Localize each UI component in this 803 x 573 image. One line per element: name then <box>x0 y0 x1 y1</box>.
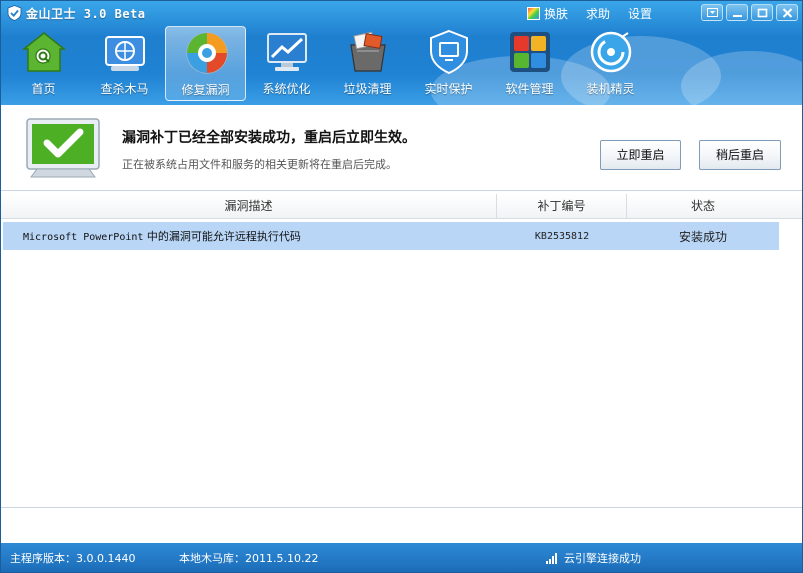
help-link[interactable]: 求助 <box>586 5 610 22</box>
column-header-description[interactable]: 漏洞描述 <box>1 194 497 218</box>
result-banner: 漏洞补丁已经全部安装成功，重启后立即生效。 正在被系统占用文件和服务的相关更新将… <box>1 105 802 191</box>
column-header-patch-id[interactable]: 补丁编号 <box>497 194 627 218</box>
nav-label-home: 首页 <box>31 82 56 96</box>
settings-link[interactable]: 设置 <box>628 5 652 22</box>
table-row[interactable]: Microsoft PowerPoint 中的漏洞可能允许远程执行代码 KB25… <box>3 222 779 250</box>
restart-later-button[interactable]: 稍后重启 <box>699 140 781 170</box>
status-bar: 主程序版本：3.0.0.1440 本地木马库：2011.5.10.22 云引擎连… <box>1 543 802 572</box>
title-links: 换肤 求助 设置 <box>509 5 652 22</box>
realtime-protect-icon <box>430 29 468 75</box>
banner-title: 漏洞补丁已经全部安装成功，重启后立即生效。 <box>122 130 416 146</box>
close-icon <box>782 8 793 18</box>
system-optimize-icon <box>267 33 307 71</box>
success-monitor-icon <box>26 118 100 178</box>
minimize-icon <box>733 15 742 17</box>
restart-now-button[interactable]: 立即重启 <box>600 140 681 170</box>
nav-label-trojan-scan: 查杀木马 <box>100 82 149 96</box>
palette-icon <box>526 7 540 20</box>
maximize-button[interactable] <box>751 4 773 21</box>
trojan-scan-icon <box>105 36 145 71</box>
app-title: 金山卫士 3.0 Beta <box>26 7 146 21</box>
cell-patch-id: KB2535812 <box>534 230 590 242</box>
app-window: 金山卫士 3.0 Beta 换肤 求助 设置 首页 查杀木马 修复漏洞 系统优化… <box>0 0 803 573</box>
junk-clean-icon <box>350 31 386 72</box>
header-bar: 金山卫士 3.0 Beta 换肤 求助 设置 首页 查杀木马 修复漏洞 系统优化… <box>1 1 802 105</box>
nav-item-junk-clean[interactable]: 垃圾清理 <box>327 26 408 101</box>
shield-logo-icon <box>7 5 22 21</box>
home-icon <box>21 32 67 72</box>
close-button[interactable] <box>776 4 798 21</box>
cloud-status[interactable]: 云引擎连接成功 <box>546 550 641 566</box>
nav-label-realtime-protect: 实时保护 <box>424 82 473 96</box>
table-header: 漏洞描述 补丁编号 状态 <box>1 194 802 219</box>
nav-item-realtime-protect[interactable]: 实时保护 <box>408 26 489 101</box>
menu-icon <box>707 8 718 17</box>
cell-description-text: 中的漏洞可能允许远程执行代码 <box>143 230 301 243</box>
skin-link[interactable]: 换肤 <box>526 5 568 22</box>
cell-status: 安装成功 <box>678 229 727 244</box>
cell-description: Microsoft PowerPoint 中的漏洞可能允许远程执行代码 <box>3 228 497 244</box>
divider <box>1 507 802 508</box>
nav-item-system-optimize[interactable]: 系统优化 <box>246 26 327 101</box>
skin-label: 换肤 <box>543 7 568 21</box>
title-bar: 金山卫士 3.0 Beta 换肤 求助 设置 <box>1 1 802 25</box>
nav-label-software-manage: 软件管理 <box>505 82 554 96</box>
patch-repair-icon <box>186 32 228 74</box>
minimize-button[interactable] <box>726 4 748 21</box>
menu-button[interactable] <box>701 4 723 21</box>
version-text: 主程序版本：3.0.0.1440 <box>10 552 136 565</box>
banner-subtitle: 正在被系统占用文件和服务的相关更新将在重启后完成。 <box>122 158 397 171</box>
patch-table: 漏洞描述 补丁编号 状态 Microsoft PowerPoint 中的漏洞可能… <box>1 191 802 543</box>
column-header-status[interactable]: 状态 <box>627 194 779 218</box>
maximize-icon <box>757 8 768 18</box>
nav-label-patch-repair: 修复漏洞 <box>181 83 230 97</box>
cloud-status-text: 云引擎连接成功 <box>564 552 641 565</box>
nav-item-software-manage[interactable]: 软件管理 <box>489 26 570 101</box>
nav-item-home[interactable]: 首页 <box>3 26 84 101</box>
nav-item-install-wizard[interactable]: 装机精灵 <box>570 26 651 101</box>
help-label: 求助 <box>585 7 610 21</box>
software-manage-icon <box>510 32 550 72</box>
settings-label: 设置 <box>627 7 652 21</box>
nav-label-install-wizard: 装机精灵 <box>586 82 635 96</box>
trojan-db-text: 本地木马库：2011.5.10.22 <box>179 552 319 565</box>
nav-label-junk-clean: 垃圾清理 <box>343 82 392 96</box>
install-wizard-icon <box>590 31 632 73</box>
main-nav: 首页 查杀木马 修复漏洞 系统优化 垃圾清理 实时保护 软件管理 装机精灵 <box>3 26 651 103</box>
window-controls <box>701 4 798 21</box>
nav-item-trojan-scan[interactable]: 查杀木马 <box>84 26 165 101</box>
cell-description-product: Microsoft PowerPoint <box>23 232 144 243</box>
signal-icon <box>546 552 558 564</box>
nav-item-patch-repair[interactable]: 修复漏洞 <box>165 26 246 101</box>
nav-label-system-optimize: 系统优化 <box>262 82 311 96</box>
